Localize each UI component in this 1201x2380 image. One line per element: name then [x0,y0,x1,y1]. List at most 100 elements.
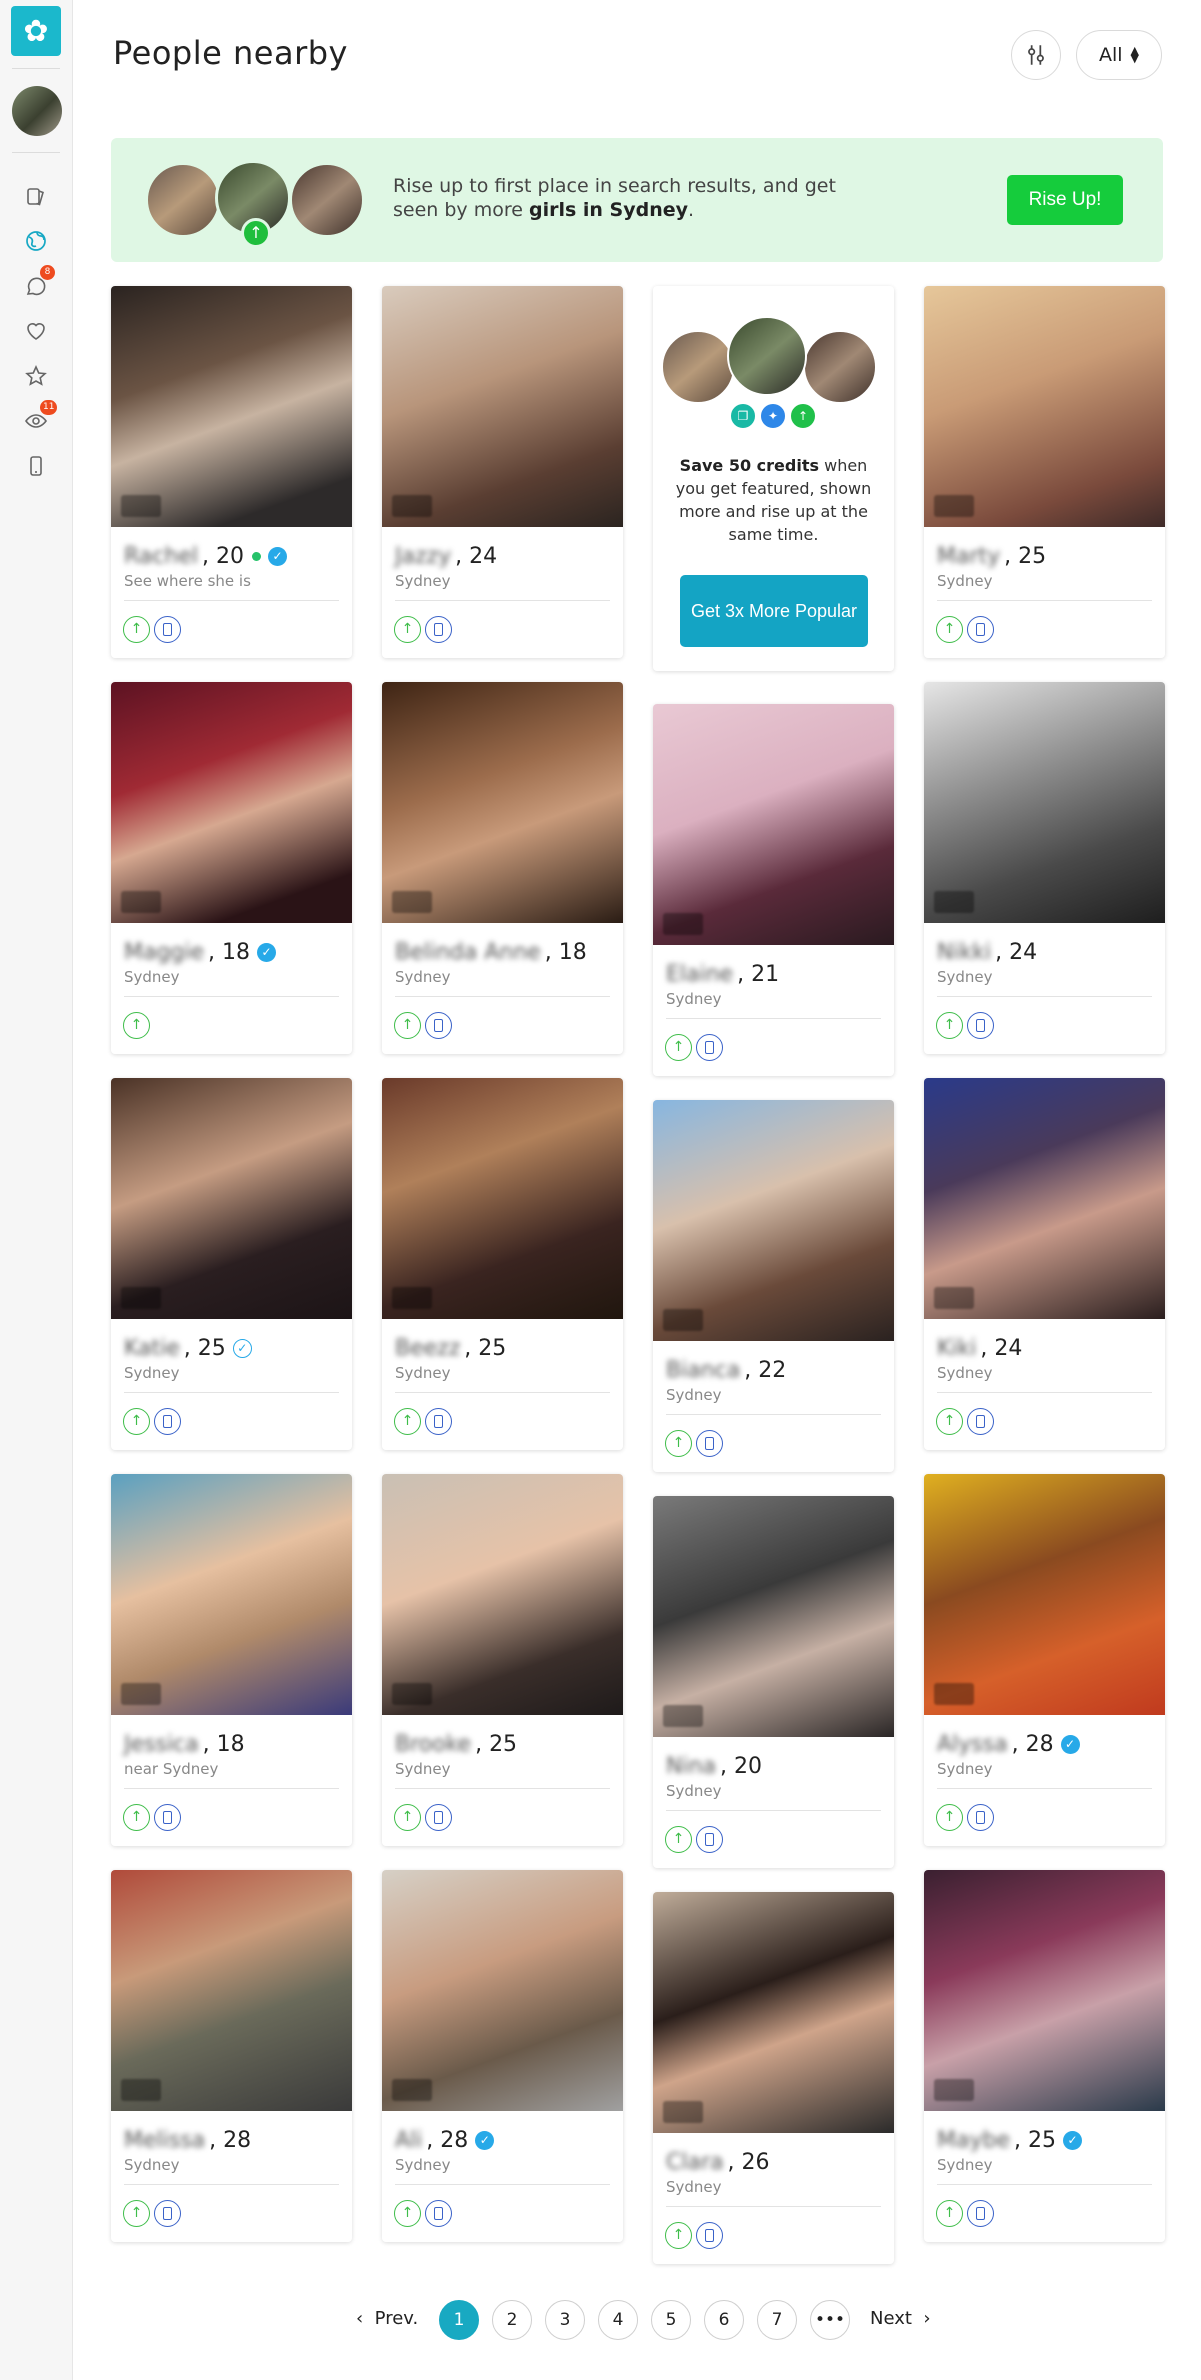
profile-name-age: Maybe, 25 ✓ [937,2125,1155,2155]
profile-card[interactable]: Kiki, 24 Sydney ↑ [924,1078,1165,1450]
phone-shape [163,1415,172,1428]
get-popular-button[interactable]: Get 3x More Popular [680,575,868,647]
profile-name: Katie [124,1335,180,1361]
gender-filter-select[interactable]: All ▲ ▼ [1076,30,1162,80]
profile-card[interactable]: Beezz, 25 Sydney ↑ [382,1078,623,1450]
promo-highlight: girls in Sydney [528,199,689,221]
photo-count-badge [663,913,703,935]
profile-photo[interactable] [653,1100,894,1341]
next-page-link[interactable]: Next › [870,2308,931,2329]
profile-name-age: Jazzy, 24 [395,541,613,571]
phone-shape [163,1811,172,1824]
profile-card[interactable]: Rachel, 20 ✓ See where she is ↑ [111,286,352,658]
profile-card[interactable]: Katie, 25 ✓ Sydney ↑ [111,1078,352,1450]
profile-photo[interactable] [382,286,623,527]
profile-card[interactable]: Elaine, 21 Sydney ↑ [653,704,894,1076]
page-button[interactable]: 3 [545,2300,585,2340]
profile-photo[interactable] [653,1892,894,2133]
page-button[interactable]: 5 [651,2300,691,2340]
chat-icon[interactable]: 8 [22,265,55,300]
profile-name-age: Jessica, 18 [124,1729,342,1759]
online-indicator [251,551,261,561]
profile-card[interactable]: Alyssa, 28 ✓ Sydney ↑ [924,1474,1165,1846]
profile-photo[interactable] [111,682,352,923]
profile-photo[interactable] [111,1474,352,1715]
photo-count-badge [663,2101,703,2123]
heart-icon[interactable] [22,317,50,345]
profile-photo[interactable] [653,1496,894,1737]
profile-location[interactable]: See where she is [124,572,251,590]
page-button[interactable]: 4 [598,2300,638,2340]
prev-page-link[interactable]: ‹ Prev. [356,2308,418,2329]
card-divider [124,600,339,601]
phone-shape [705,2229,714,2242]
profile-card[interactable]: Maybe, 25 ✓ Sydney ↑ [924,1870,1165,2242]
phone-shape [705,1437,714,1450]
more-pages-button[interactable]: ••• [810,2300,850,2340]
page-button[interactable]: 6 [704,2300,744,2340]
rise-up-icon: ↑ [665,1826,692,1853]
profile-photo[interactable] [924,1078,1165,1319]
card-divider [124,2184,339,2185]
card-divider [937,996,1152,997]
profile-card[interactable]: Jessica, 18 near Sydney ↑ [111,1474,352,1846]
profile-photo[interactable] [111,1870,352,2111]
profile-card[interactable]: Nina, 20 Sydney ↑ [653,1496,894,1868]
rise-up-icon: ↑ [936,1012,963,1039]
page-button[interactable]: 2 [492,2300,532,2340]
filter-button[interactable] [1011,30,1061,80]
profile-location: Sydney [124,1364,180,1382]
profile-card[interactable]: Clara, 26 Sydney ↑ [653,1892,894,2264]
profile-photo[interactable] [111,286,352,527]
cards-icon[interactable] [22,182,50,210]
profile-card[interactable]: Nikki, 24 Sydney ↑ [924,682,1165,1054]
photo-count-badge [663,1705,703,1727]
profile-photo[interactable] [382,682,623,923]
profile-card[interactable]: Belinda Anne, 18 Sydney ↑ [382,682,623,1054]
profile-photo[interactable] [653,704,894,945]
profile-photo[interactable] [924,1870,1165,2111]
profile-card[interactable]: Marty, 25 Sydney ↑ [924,286,1165,658]
profile-photo[interactable] [924,286,1165,527]
profile-photo[interactable] [924,1474,1165,1715]
profile-photo[interactable] [382,1870,623,2111]
avatar[interactable] [12,86,62,136]
rise-up-icon: ↑ [394,1408,421,1435]
profile-photo[interactable] [111,1078,352,1319]
photo-count-badge [663,1309,703,1331]
visitors-count-badge: 11 [40,400,58,415]
page-button[interactable]: 1 [439,2300,479,2340]
phone-shape [434,2207,443,2220]
photo-count-badge [934,495,974,517]
globe-icon[interactable] [22,227,50,255]
phone-icon[interactable] [22,452,50,480]
profile-card[interactable]: Maggie, 18 ✓ Sydney ↑ [111,682,352,1054]
profile-age: , 28 [1011,1731,1054,1757]
star-icon[interactable] [22,362,50,390]
profile-name-age: Marty, 25 [937,541,1155,571]
rise-up-button[interactable]: Rise Up! [1007,175,1123,225]
profile-badges: ↑ [123,1804,181,1831]
eye-icon[interactable]: 11 [22,400,58,435]
profile-location: Sydney [937,1760,993,1778]
profile-card[interactable]: Bianca, 22 Sydney ↑ [653,1100,894,1472]
page-button[interactable]: 7 [757,2300,797,2340]
card-divider [395,2184,610,2185]
rise-up-icon: ↑ [123,1408,150,1435]
phone-shape [434,623,443,636]
logo-icon[interactable]: ✿ [11,6,61,56]
profile-photo[interactable] [924,682,1165,923]
profile-card[interactable]: Brooke, 25 Sydney ↑ [382,1474,623,1846]
profile-photo[interactable] [382,1078,623,1319]
profile-name: Kiki [937,1335,977,1361]
card-divider [395,996,610,997]
profile-card[interactable]: Ali, 28 ✓ Sydney ↑ [382,1870,623,2242]
card-divider [395,600,610,601]
profile-card[interactable]: Jazzy, 24 Sydney ↑ [382,286,623,658]
photo-count-badge [121,1683,161,1705]
photo-count-badge [392,1683,432,1705]
rise-up-banner: ↑ Rise up to first place in search resul… [111,138,1163,262]
profile-card[interactable]: Melissa, 28 Sydney ↑ [111,1870,352,2242]
profile-photo[interactable] [382,1474,623,1715]
profile-location: Sydney [666,1782,722,1800]
